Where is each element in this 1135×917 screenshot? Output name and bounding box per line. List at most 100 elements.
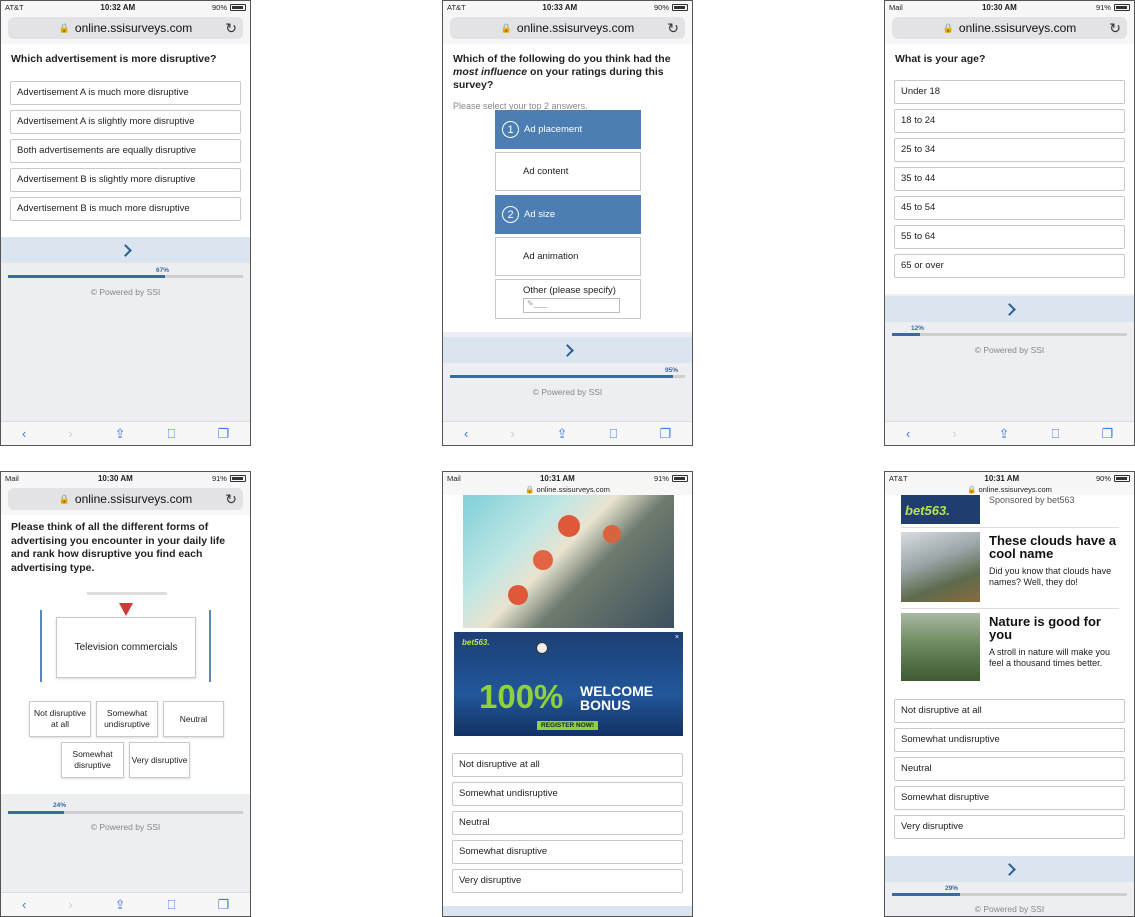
carrier-label: AT&T: [889, 474, 908, 483]
answer-option[interactable]: 55 to 64: [894, 225, 1125, 249]
choice-ad-size[interactable]: 2 Ad size: [495, 195, 641, 234]
tabs-icon[interactable]: ❐: [1101, 426, 1113, 442]
bet563-banner-ad[interactable]: bet563. × 100% WELCOME BONUS REGISTER NO…: [454, 632, 683, 736]
answer-option[interactable]: Very disruptive: [894, 815, 1125, 839]
battery-icon: [1114, 475, 1130, 482]
back-icon[interactable]: ‹: [22, 897, 26, 912]
answer-option[interactable]: Both advertisements are equally disrupti…: [10, 139, 241, 163]
bookmarks-icon[interactable]: ⎕: [610, 426, 618, 442]
forward-icon[interactable]: ›: [510, 426, 514, 441]
choice-ad-placement[interactable]: 1 Ad placement: [495, 110, 641, 149]
bookmarks-icon[interactable]: ⎕: [168, 897, 176, 913]
footer-area: [1, 237, 250, 423]
answer-option[interactable]: Advertisement A is slightly more disrupt…: [10, 110, 241, 134]
phone-screen-2: AT&T 10:33 AM 90% 🔒 online.ssisurveys.com…: [442, 0, 693, 446]
answer-option[interactable]: Somewhat undisruptive: [894, 728, 1125, 752]
share-icon[interactable]: ⇪: [115, 426, 126, 442]
scale-very-disruptive[interactable]: Very disruptive: [129, 742, 190, 778]
news-item-clouds[interactable]: These clouds have a cool name Did you kn…: [901, 532, 1121, 607]
powered-by: © Powered by SSI: [532, 387, 603, 397]
divider: [901, 527, 1119, 528]
scale-neutral[interactable]: Neutral: [163, 701, 224, 737]
clock: 10:30 AM: [981, 3, 1017, 12]
status-bar: AT&T 10:31 AM 90%: [885, 472, 1134, 485]
address-bar[interactable]: 🔒 online.ssisurveys.com ↻: [8, 488, 243, 510]
bookmarks-icon[interactable]: ⎕: [168, 426, 176, 442]
forward-icon[interactable]: ›: [68, 426, 72, 441]
battery-label: 91%: [653, 474, 669, 483]
tabs-icon[interactable]: ❐: [217, 426, 229, 442]
battery-icon: [1113, 4, 1130, 11]
progress-fill: [892, 333, 921, 336]
answer-option[interactable]: Not disruptive at all: [894, 699, 1125, 723]
address-bar-compact[interactable]: 🔒 online.ssisurveys.com: [885, 485, 1134, 495]
ad-register-button[interactable]: REGISTER NOW!: [537, 721, 599, 730]
battery-label: 90%: [653, 3, 669, 12]
address-bar[interactable]: 🔒 online.ssisurveys.com ↻: [450, 17, 685, 39]
address-bar[interactable]: 🔒 online.ssisurveys.com ↻: [8, 17, 243, 39]
answer-option[interactable]: Neutral: [894, 757, 1125, 781]
answer-option[interactable]: Advertisement B is much more disruptive: [10, 197, 241, 221]
back-icon[interactable]: ‹: [22, 426, 26, 441]
next-button[interactable]: [443, 337, 692, 363]
other-text-input[interactable]: ✎___: [523, 298, 620, 313]
scale-somewhat-undisruptive[interactable]: Somewhat undisruptive: [96, 701, 158, 737]
forward-icon[interactable]: ›: [952, 426, 956, 441]
news-item-nature[interactable]: Nature is good for you A stroll in natur…: [901, 613, 1121, 688]
news-title: Nature is good for you: [989, 614, 1101, 642]
answer-option[interactable]: Somewhat undisruptive: [452, 782, 683, 806]
url-text: online.ssisurveys.com: [516, 21, 635, 35]
reload-icon[interactable]: ↻: [225, 20, 237, 37]
answer-option[interactable]: Neutral: [452, 811, 683, 835]
progress-fill: [8, 275, 166, 278]
forward-icon[interactable]: ›: [68, 897, 72, 912]
answer-option[interactable]: Somewhat disruptive: [452, 840, 683, 864]
answer-option[interactable]: 35 to 44: [894, 167, 1125, 191]
share-icon[interactable]: ⇪: [557, 426, 568, 442]
answer-option[interactable]: Advertisement A is much more disruptive: [10, 81, 241, 105]
next-button-partial[interactable]: [443, 906, 692, 916]
answer-option[interactable]: Not disruptive at all: [452, 753, 683, 777]
next-button[interactable]: [1, 237, 250, 263]
scale-not-disruptive[interactable]: Not disruptive at all: [29, 701, 91, 737]
status-bar: AT&T 10:33 AM 90%: [443, 1, 692, 14]
umbrella-shape: [558, 515, 580, 537]
choice-ad-content[interactable]: Ad content: [495, 152, 641, 191]
bookmarks-icon[interactable]: ⎕: [1052, 426, 1060, 442]
reload-icon[interactable]: ↻: [1109, 20, 1121, 37]
answer-option[interactable]: Under 18: [894, 80, 1125, 104]
address-bar[interactable]: 🔒 online.ssisurveys.com ↻: [892, 17, 1127, 39]
clock: 10:31 AM: [539, 474, 575, 483]
answer-option[interactable]: 25 to 34: [894, 138, 1125, 162]
scale-somewhat-disruptive[interactable]: Somewhat disruptive: [61, 742, 124, 778]
status-bar: Mail 10:31 AM 91%: [443, 472, 692, 485]
choice-other[interactable]: Other (please specify) ✎___: [495, 279, 641, 319]
umbrella-shape: [533, 550, 553, 570]
next-button[interactable]: [885, 296, 1134, 322]
answer-option[interactable]: Advertisement B is slightly more disrupt…: [10, 168, 241, 192]
answer-option[interactable]: Somewhat disruptive: [894, 786, 1125, 810]
choice-ad-animation[interactable]: Ad animation: [495, 237, 641, 276]
share-icon[interactable]: ⇪: [115, 897, 126, 913]
answer-option[interactable]: Very disruptive: [452, 869, 683, 893]
answer-option[interactable]: 65 or over: [894, 254, 1125, 278]
progress-percent: 29%: [945, 885, 959, 892]
rank-badge: 2: [502, 206, 519, 223]
address-bar-compact[interactable]: 🔒 online.ssisurveys.com: [443, 485, 692, 495]
back-icon[interactable]: ‹: [906, 426, 910, 441]
reload-icon[interactable]: ↻: [225, 491, 237, 508]
answer-option[interactable]: 45 to 54: [894, 196, 1125, 220]
ad-close-icon[interactable]: ×: [675, 634, 679, 641]
battery-icon: [671, 475, 688, 482]
tabs-icon[interactable]: ❐: [659, 426, 671, 442]
draggable-item-card[interactable]: Television commercials: [56, 617, 196, 678]
progress-bar: [892, 893, 1127, 896]
reload-icon[interactable]: ↻: [667, 20, 679, 37]
back-icon[interactable]: ‹: [464, 426, 468, 441]
question-title: Which advertisement is more disruptive?: [11, 53, 217, 65]
share-icon[interactable]: ⇪: [999, 426, 1010, 442]
progress-fill: [8, 811, 65, 814]
tabs-icon[interactable]: ❐: [217, 897, 229, 913]
answer-option[interactable]: 18 to 24: [894, 109, 1125, 133]
next-button[interactable]: [885, 856, 1134, 882]
